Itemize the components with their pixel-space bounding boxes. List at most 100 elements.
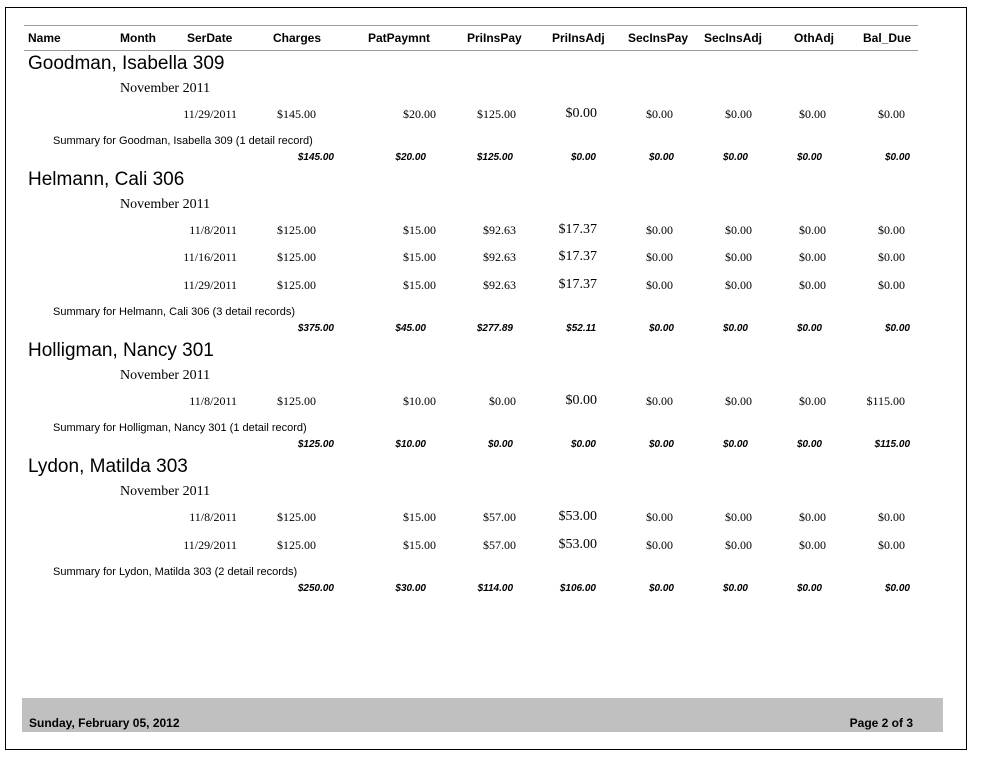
detail-cell: $0.00 (878, 510, 905, 524)
col-header-prinsadj: PriInsAdj (552, 31, 605, 45)
detail-cell: $92.63 (483, 223, 516, 237)
col-header-name: Name (28, 31, 61, 45)
detail-serdate: 11/29/2011 (183, 278, 237, 292)
detail-cell: $0.00 (646, 538, 673, 552)
group-total-cell: $106.00 (559, 583, 596, 594)
detail-cell: $15.00 (403, 250, 436, 264)
detail-cell: $0.00 (725, 250, 752, 264)
detail-serdate: 11/29/2011 (183, 538, 237, 552)
detail-cell: $0.00 (725, 538, 752, 552)
detail-cell: $125.00 (277, 223, 316, 237)
group-summary-label: Summary for Goodman, Isabella 309 (1 det… (53, 135, 313, 147)
detail-cell: $0.00 (646, 510, 673, 524)
detail-cell: $57.00 (483, 510, 516, 524)
group-total-cell: $0.00 (796, 583, 822, 594)
detail-cell: $0.00 (799, 394, 826, 408)
detail-cell: $125.00 (277, 250, 316, 264)
detail-cell: $53.00 (558, 537, 598, 552)
detail-cell: $0.00 (799, 278, 826, 292)
month-label: November 2011 (120, 81, 211, 96)
group-total-cell: $114.00 (477, 583, 513, 594)
detail-cell: $0.00 (799, 538, 826, 552)
group-total-cell: $0.00 (570, 152, 596, 163)
detail-cell: $0.00 (646, 107, 673, 121)
col-header-charges: Charges (273, 31, 322, 45)
group-total-cell: $0.00 (796, 323, 822, 334)
detail-cell: $15.00 (403, 510, 436, 524)
group-total-cell: $0.00 (648, 583, 674, 594)
detail-cell: $125.00 (277, 510, 316, 524)
detail-cell: $57.00 (483, 538, 516, 552)
detail-cell: $0.00 (878, 107, 905, 121)
detail-cell: $17.37 (558, 277, 598, 292)
group-total-cell: $0.00 (570, 439, 596, 450)
detail-cell: $0.00 (725, 107, 752, 121)
detail-cell: $0.00 (799, 250, 826, 264)
month-label: November 2011 (120, 197, 211, 212)
detail-cell: $0.00 (646, 250, 673, 264)
detail-cell: $15.00 (403, 223, 436, 237)
detail-cell: $0.00 (799, 107, 826, 121)
detail-serdate: 11/8/2011 (189, 223, 237, 237)
detail-cell: $115.00 (866, 394, 905, 408)
detail-serdate: 11/29/2011 (183, 107, 237, 121)
group-total-cell: $52.11 (566, 323, 596, 334)
detail-cell: $53.00 (558, 509, 598, 524)
group-total-cell: $0.00 (796, 439, 822, 450)
detail-cell: $125.00 (477, 107, 516, 121)
detail-cell: $125.00 (277, 278, 316, 292)
patient-name: Helmann, Cali 306 (28, 169, 185, 190)
group-total-cell: $115.00 (874, 439, 910, 450)
detail-cell: $20.00 (403, 107, 436, 121)
header-bottom-rule (24, 50, 918, 51)
detail-cell: $0.00 (725, 510, 752, 524)
group-total-cell: $0.00 (648, 439, 674, 450)
group-total-cell: $10.00 (395, 439, 426, 450)
detail-cell: $0.00 (725, 223, 752, 237)
detail-cell: $0.00 (878, 278, 905, 292)
col-header-othadj: OthAdj (794, 31, 834, 45)
detail-cell: $17.37 (558, 249, 598, 264)
group-summary-label: Summary for Holligman, Nancy 301 (1 deta… (53, 422, 307, 434)
detail-cell: $0.00 (489, 394, 516, 408)
detail-cell: $0.00 (646, 278, 673, 292)
detail-cell: $0.00 (725, 394, 752, 408)
group-total-cell: $0.00 (648, 152, 674, 163)
detail-cell: $0.00 (565, 393, 598, 408)
detail-cell: $92.63 (483, 250, 516, 264)
group-total-cell: $0.00 (884, 583, 910, 594)
detail-cell: $0.00 (646, 394, 673, 408)
group-summary-label: Summary for Helmann, Cali 306 (3 detail … (53, 306, 296, 318)
group-total-cell: $0.00 (487, 439, 513, 450)
month-label: November 2011 (120, 368, 211, 383)
detail-cell: $0.00 (799, 510, 826, 524)
patient-name: Goodman, Isabella 309 (28, 53, 225, 74)
detail-cell: $0.00 (646, 223, 673, 237)
col-header-prinspay: PriInsPay (467, 31, 522, 45)
detail-serdate: 11/8/2011 (189, 510, 237, 524)
group-total-cell: $375.00 (297, 323, 334, 334)
detail-serdate: 11/16/2011 (183, 250, 237, 264)
detail-cell: $0.00 (725, 278, 752, 292)
header-top-rule (24, 25, 918, 26)
group-total-cell: $0.00 (648, 323, 674, 334)
patient-name: Lydon, Matilda 303 (28, 456, 188, 477)
col-header-serdate: SerDate (187, 31, 233, 45)
detail-cell: $10.00 (403, 394, 436, 408)
patient-name: Holligman, Nancy 301 (28, 340, 214, 361)
detail-serdate: 11/8/2011 (189, 394, 237, 408)
detail-cell: $0.00 (878, 223, 905, 237)
col-header-patpaymnt: PatPaymnt (368, 31, 431, 45)
col-header-secinspay: SecInsPay (628, 31, 689, 45)
group-total-cell: $0.00 (884, 323, 910, 334)
detail-cell: $92.63 (483, 278, 516, 292)
detail-cell: $125.00 (277, 538, 316, 552)
group-summary-label: Summary for Lydon, Matilda 303 (2 detail… (53, 566, 298, 578)
group-total-cell: $45.00 (395, 323, 426, 334)
detail-cell: $0.00 (878, 538, 905, 552)
detail-cell: $15.00 (403, 278, 436, 292)
detail-cell: $15.00 (403, 538, 436, 552)
col-header-baldue: Bal_Due (863, 31, 912, 45)
group-total-cell: $277.89 (476, 323, 513, 334)
group-total-cell: $0.00 (722, 323, 748, 334)
